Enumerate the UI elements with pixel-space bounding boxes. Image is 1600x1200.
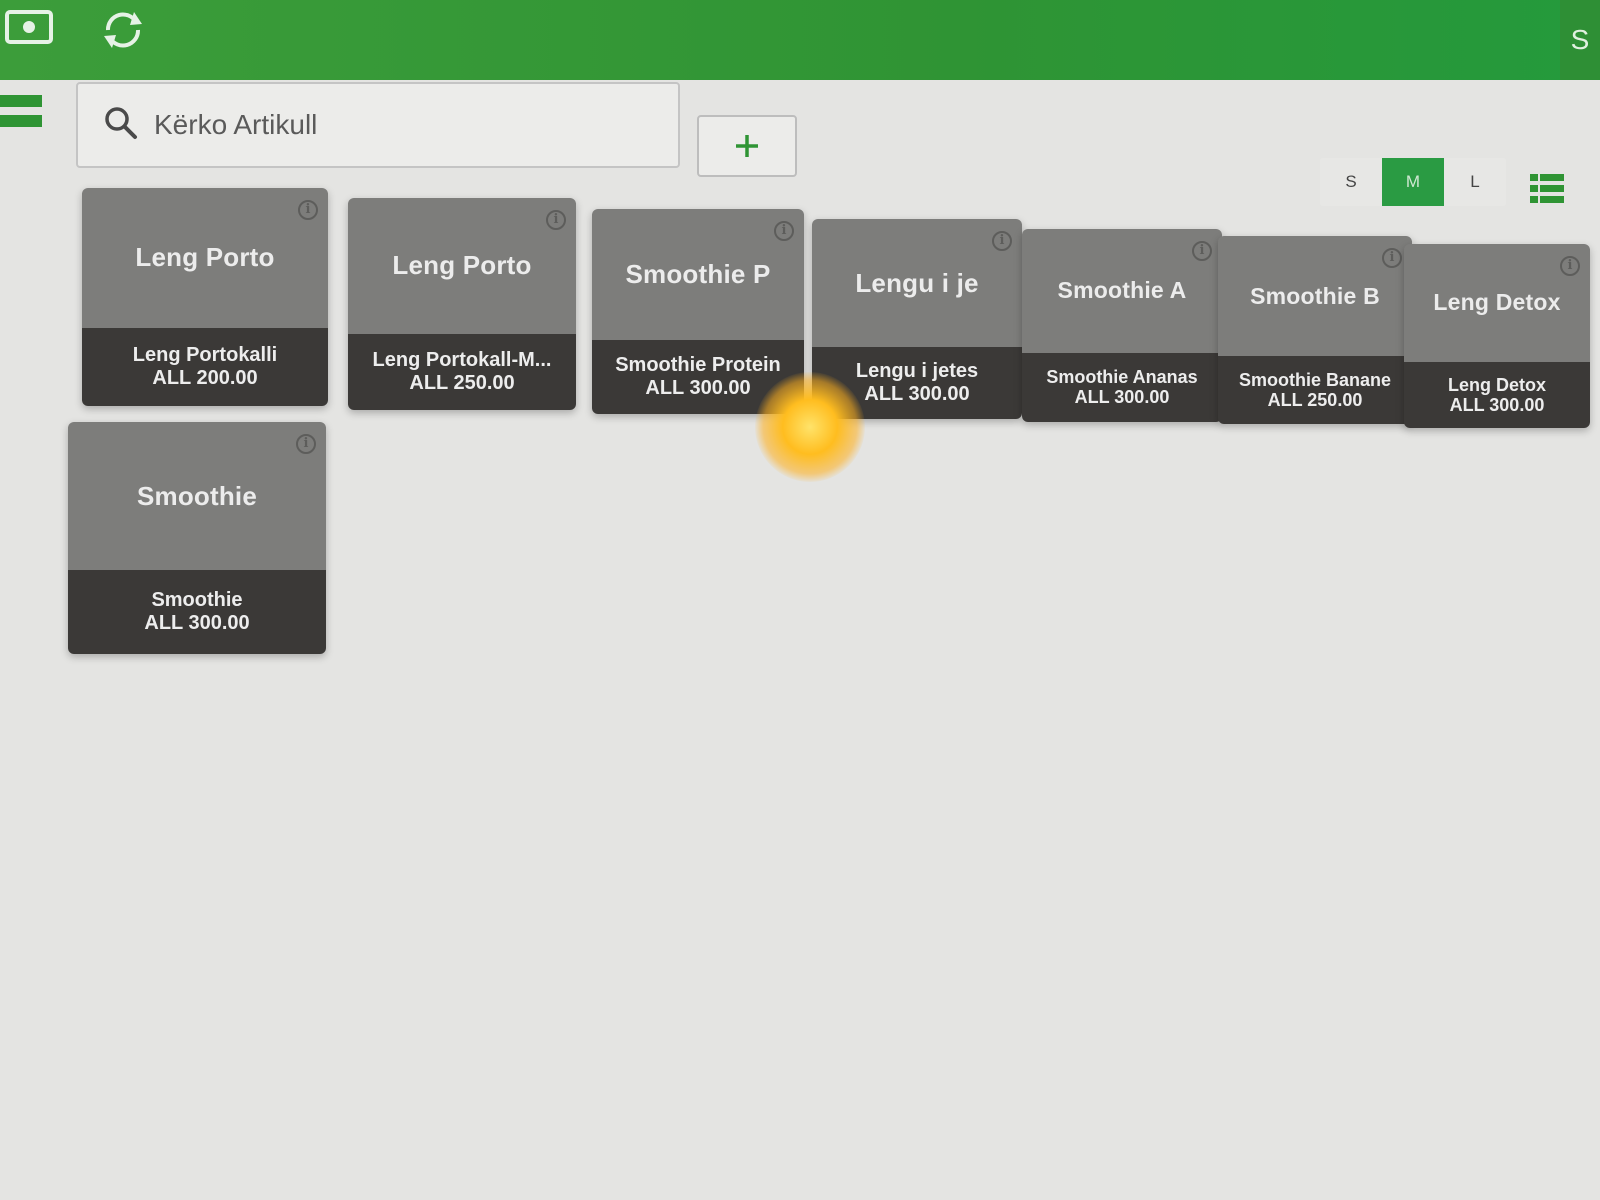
top-bar: S <box>0 0 1600 80</box>
product-name: Smoothie Protein <box>615 354 781 377</box>
product-short-name: Smoothie A <box>1057 277 1187 304</box>
product-short-name: Leng Porto <box>135 242 275 273</box>
search-input[interactable] <box>152 108 636 142</box>
product-name: Leng Portokall-M... <box>372 348 552 371</box>
size-option-m[interactable]: M <box>1382 158 1444 206</box>
product-short-name: Smoothie P <box>625 259 771 290</box>
size-option-s[interactable]: S <box>1320 158 1382 206</box>
product-name: Smoothie Ananas <box>1046 367 1198 388</box>
product-name: Smoothie <box>151 589 243 612</box>
list-view-icon[interactable] <box>1530 174 1564 209</box>
tile-header: Smoothie <box>68 422 326 571</box>
product-name: Smoothie Banane <box>1238 370 1392 391</box>
product-price: ALL 250.00 <box>1267 390 1363 411</box>
product-price: ALL 300.00 <box>1074 387 1170 408</box>
tile-size-toggle: S M L <box>1320 158 1506 206</box>
tile-footer: Smoothie Protein ALL 300.00 <box>592 340 804 414</box>
product-tile[interactable]: Leng Detox i Leng Detox ALL 300.00 <box>1404 244 1590 428</box>
product-price: ALL 200.00 <box>152 366 258 389</box>
product-price: ALL 300.00 <box>645 377 751 400</box>
product-tile[interactable]: Smoothie P i Smoothie Protein ALL 300.00 <box>592 209 804 414</box>
tile-header: Smoothie P <box>592 209 804 341</box>
tile-footer: Smoothie ALL 300.00 <box>68 570 326 654</box>
plus-icon <box>736 135 758 157</box>
tile-header: Leng Porto <box>82 188 328 328</box>
product-tile[interactable]: Smoothie B i Smoothie Banane ALL 250.00 <box>1218 236 1412 424</box>
search-icon <box>104 106 138 145</box>
info-icon[interactable]: i <box>774 221 794 241</box>
menu-button[interactable] <box>0 95 42 127</box>
tile-footer: Leng Portokall-M... ALL 250.00 <box>348 333 576 410</box>
product-price: ALL 250.00 <box>409 371 515 394</box>
tile-footer: Leng Portokalli ALL 200.00 <box>82 327 328 406</box>
info-icon[interactable]: i <box>1382 248 1402 268</box>
product-short-name: Leng Detox <box>1433 289 1561 316</box>
tile-footer: Leng Detox ALL 300.00 <box>1404 361 1590 428</box>
info-icon[interactable]: i <box>546 210 566 230</box>
product-tile[interactable]: Leng Porto i Leng Portokall-M... ALL 250… <box>348 198 576 410</box>
tile-footer: Smoothie Ananas ALL 300.00 <box>1022 352 1222 422</box>
product-name: Leng Detox <box>1447 374 1546 395</box>
user-menu-label[interactable]: S <box>1560 0 1600 80</box>
info-icon[interactable]: i <box>296 434 316 454</box>
info-icon[interactable]: i <box>1192 241 1212 261</box>
product-price: ALL 300.00 <box>144 612 250 635</box>
info-icon[interactable]: i <box>992 231 1012 251</box>
product-tile[interactable]: Leng Porto i Leng Portokalli ALL 200.00 <box>82 188 328 406</box>
product-short-name: Smoothie <box>136 480 258 511</box>
product-price: ALL 300.00 <box>1449 394 1545 415</box>
product-name: Leng Portokalli <box>132 343 278 366</box>
product-price: ALL 300.00 <box>864 383 970 405</box>
search-box[interactable] <box>76 82 680 168</box>
menu-icon-bar <box>0 115 42 127</box>
info-icon[interactable]: i <box>1560 256 1580 276</box>
sync-icon[interactable] <box>98 8 148 57</box>
product-name: Lengu i jetes <box>855 360 979 382</box>
tile-footer: Lengu i jetes ALL 300.00 <box>812 347 1022 419</box>
size-option-l[interactable]: L <box>1444 158 1506 206</box>
product-tile[interactable]: Lengu i je i Lengu i jetes ALL 300.00 <box>812 219 1022 419</box>
info-icon[interactable]: i <box>298 200 318 220</box>
tile-footer: Smoothie Banane ALL 250.00 <box>1218 356 1412 424</box>
product-tile[interactable]: Smoothie A i Smoothie Ananas ALL 300.00 <box>1022 229 1222 422</box>
add-button[interactable] <box>697 115 797 177</box>
tile-header: Lengu i je <box>812 219 1022 347</box>
menu-icon-bar <box>0 95 42 107</box>
product-short-name: Smoothie B <box>1250 282 1380 309</box>
product-short-name: Leng Porto <box>392 250 532 281</box>
camera-icon[interactable] <box>4 8 56 53</box>
tile-header: Leng Porto <box>348 198 576 334</box>
product-short-name: Lengu i je <box>855 267 979 298</box>
product-tile[interactable]: Smoothie i Smoothie ALL 300.00 <box>68 422 326 654</box>
